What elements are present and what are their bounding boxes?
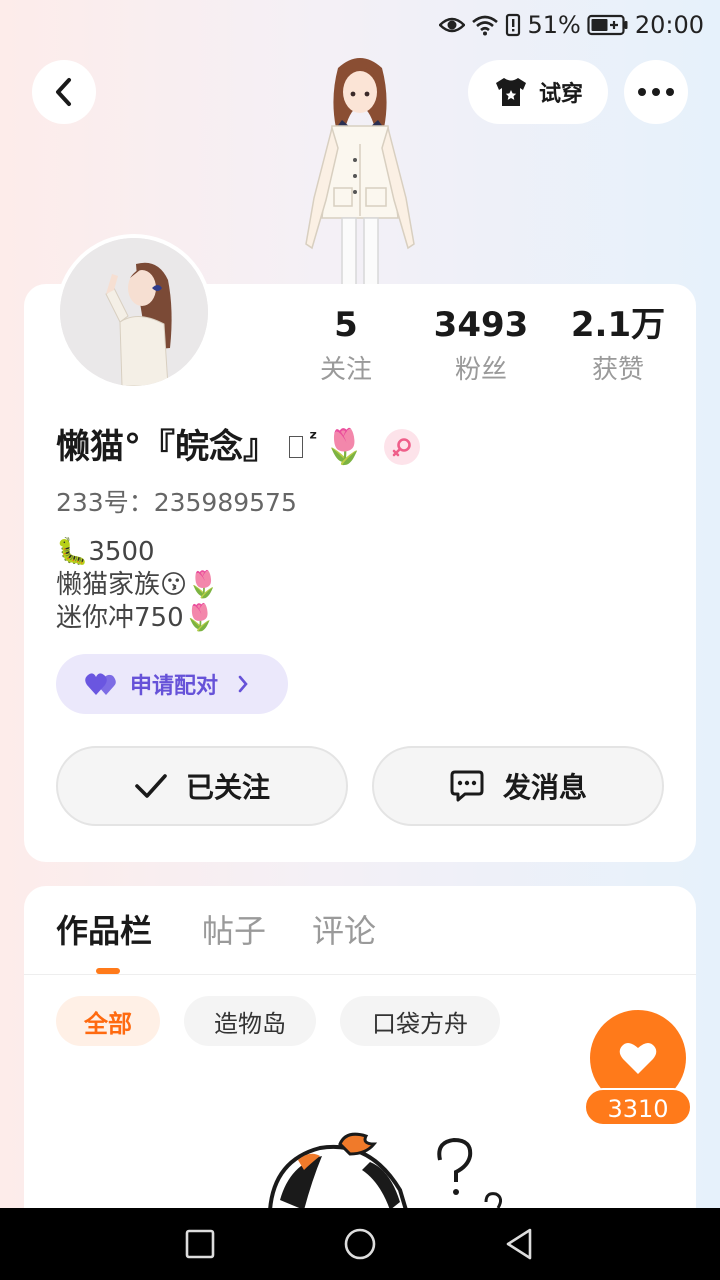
tab-works[interactable]: 作品栏 (56, 906, 152, 956)
like-count: 3310 (584, 1088, 692, 1126)
avatar-image (60, 238, 208, 386)
heart-pair-icon (85, 673, 116, 695)
battery-alert-icon (506, 13, 521, 37)
filter-pocket-ark[interactable]: 口袋方舟 (340, 996, 500, 1046)
chevron-right-icon (238, 675, 248, 693)
back-nav-icon[interactable] (502, 1226, 538, 1262)
send-message-button[interactable]: 发消息 (372, 746, 664, 826)
filter-creation-island[interactable]: 造物岛 (184, 996, 316, 1046)
battery-charging-icon (587, 14, 628, 36)
tab-comments[interactable]: 评论 (312, 906, 376, 956)
followers-count: 3493 (433, 305, 529, 345)
tshirt-icon (495, 78, 526, 106)
send-message-label: 发消息 (502, 771, 587, 804)
work-thumbnail-illustration (267, 1132, 503, 1210)
nickname-text: 懒猫°『皖念』 (56, 427, 277, 467)
bio-line: 迷你冲750🌷 (56, 603, 216, 633)
more-dots-icon (638, 88, 674, 96)
system-nav-bar (0, 1208, 720, 1280)
female-icon (392, 438, 411, 457)
more-button[interactable] (624, 60, 688, 124)
followers-label: 粉丝 (454, 355, 507, 385)
following-button-label: 已关注 (185, 771, 270, 804)
unknown-glyph-box (289, 436, 303, 458)
avatar[interactable] (56, 234, 212, 390)
home-icon[interactable] (342, 1226, 378, 1262)
nickname: 懒猫°『皖念』 ᶻ 🌷 (56, 424, 420, 470)
heart-icon (619, 1042, 657, 1074)
back-button[interactable] (32, 60, 96, 124)
eye-icon (439, 17, 466, 33)
bio-line: 🐛3500 (56, 537, 155, 567)
apply-pair-label: 申请配对 (130, 674, 219, 699)
stat-followers[interactable]: 3493 粉丝 (416, 304, 546, 390)
filter-all[interactable]: 全部 (56, 996, 160, 1046)
battery-percent: 51% (527, 11, 581, 39)
nickname-suffix: ᶻ (309, 426, 318, 450)
stat-likes[interactable]: 2.1万 获赞 (553, 304, 683, 390)
following-label: 关注 (319, 355, 372, 385)
following-count: 5 (334, 305, 358, 345)
likes-received-label: 获赞 (591, 355, 644, 385)
chat-bubble-icon (450, 770, 484, 802)
likes-received-count: 2.1万 (570, 305, 666, 345)
gender-badge (383, 429, 420, 465)
bio-line: 懒猫家族😗🌷 (56, 570, 220, 600)
tab-divider (24, 974, 696, 975)
tulip-emoji: 🌷 (323, 427, 366, 467)
try-on-label: 试穿 (538, 82, 583, 107)
clock: 20:00 (634, 11, 704, 39)
apply-pair-button[interactable]: 申请配对 (56, 654, 288, 714)
tab-posts[interactable]: 帖子 (202, 906, 266, 956)
recent-apps-icon[interactable] (182, 1226, 218, 1262)
stat-following[interactable]: 5 关注 (281, 304, 411, 390)
character-figure (305, 58, 415, 286)
wifi-icon (472, 15, 499, 36)
chevron-left-icon (56, 78, 71, 106)
bio: 🐛3500 懒猫家族😗🌷 迷你冲750🌷 (56, 536, 219, 635)
user-id: 233号：235989575 (56, 488, 297, 517)
status-bar: 51% 20:00 (0, 0, 720, 50)
following-button[interactable]: 已关注 (56, 746, 348, 826)
check-icon (135, 774, 167, 798)
try-on-button[interactable]: 试穿 (468, 60, 608, 124)
